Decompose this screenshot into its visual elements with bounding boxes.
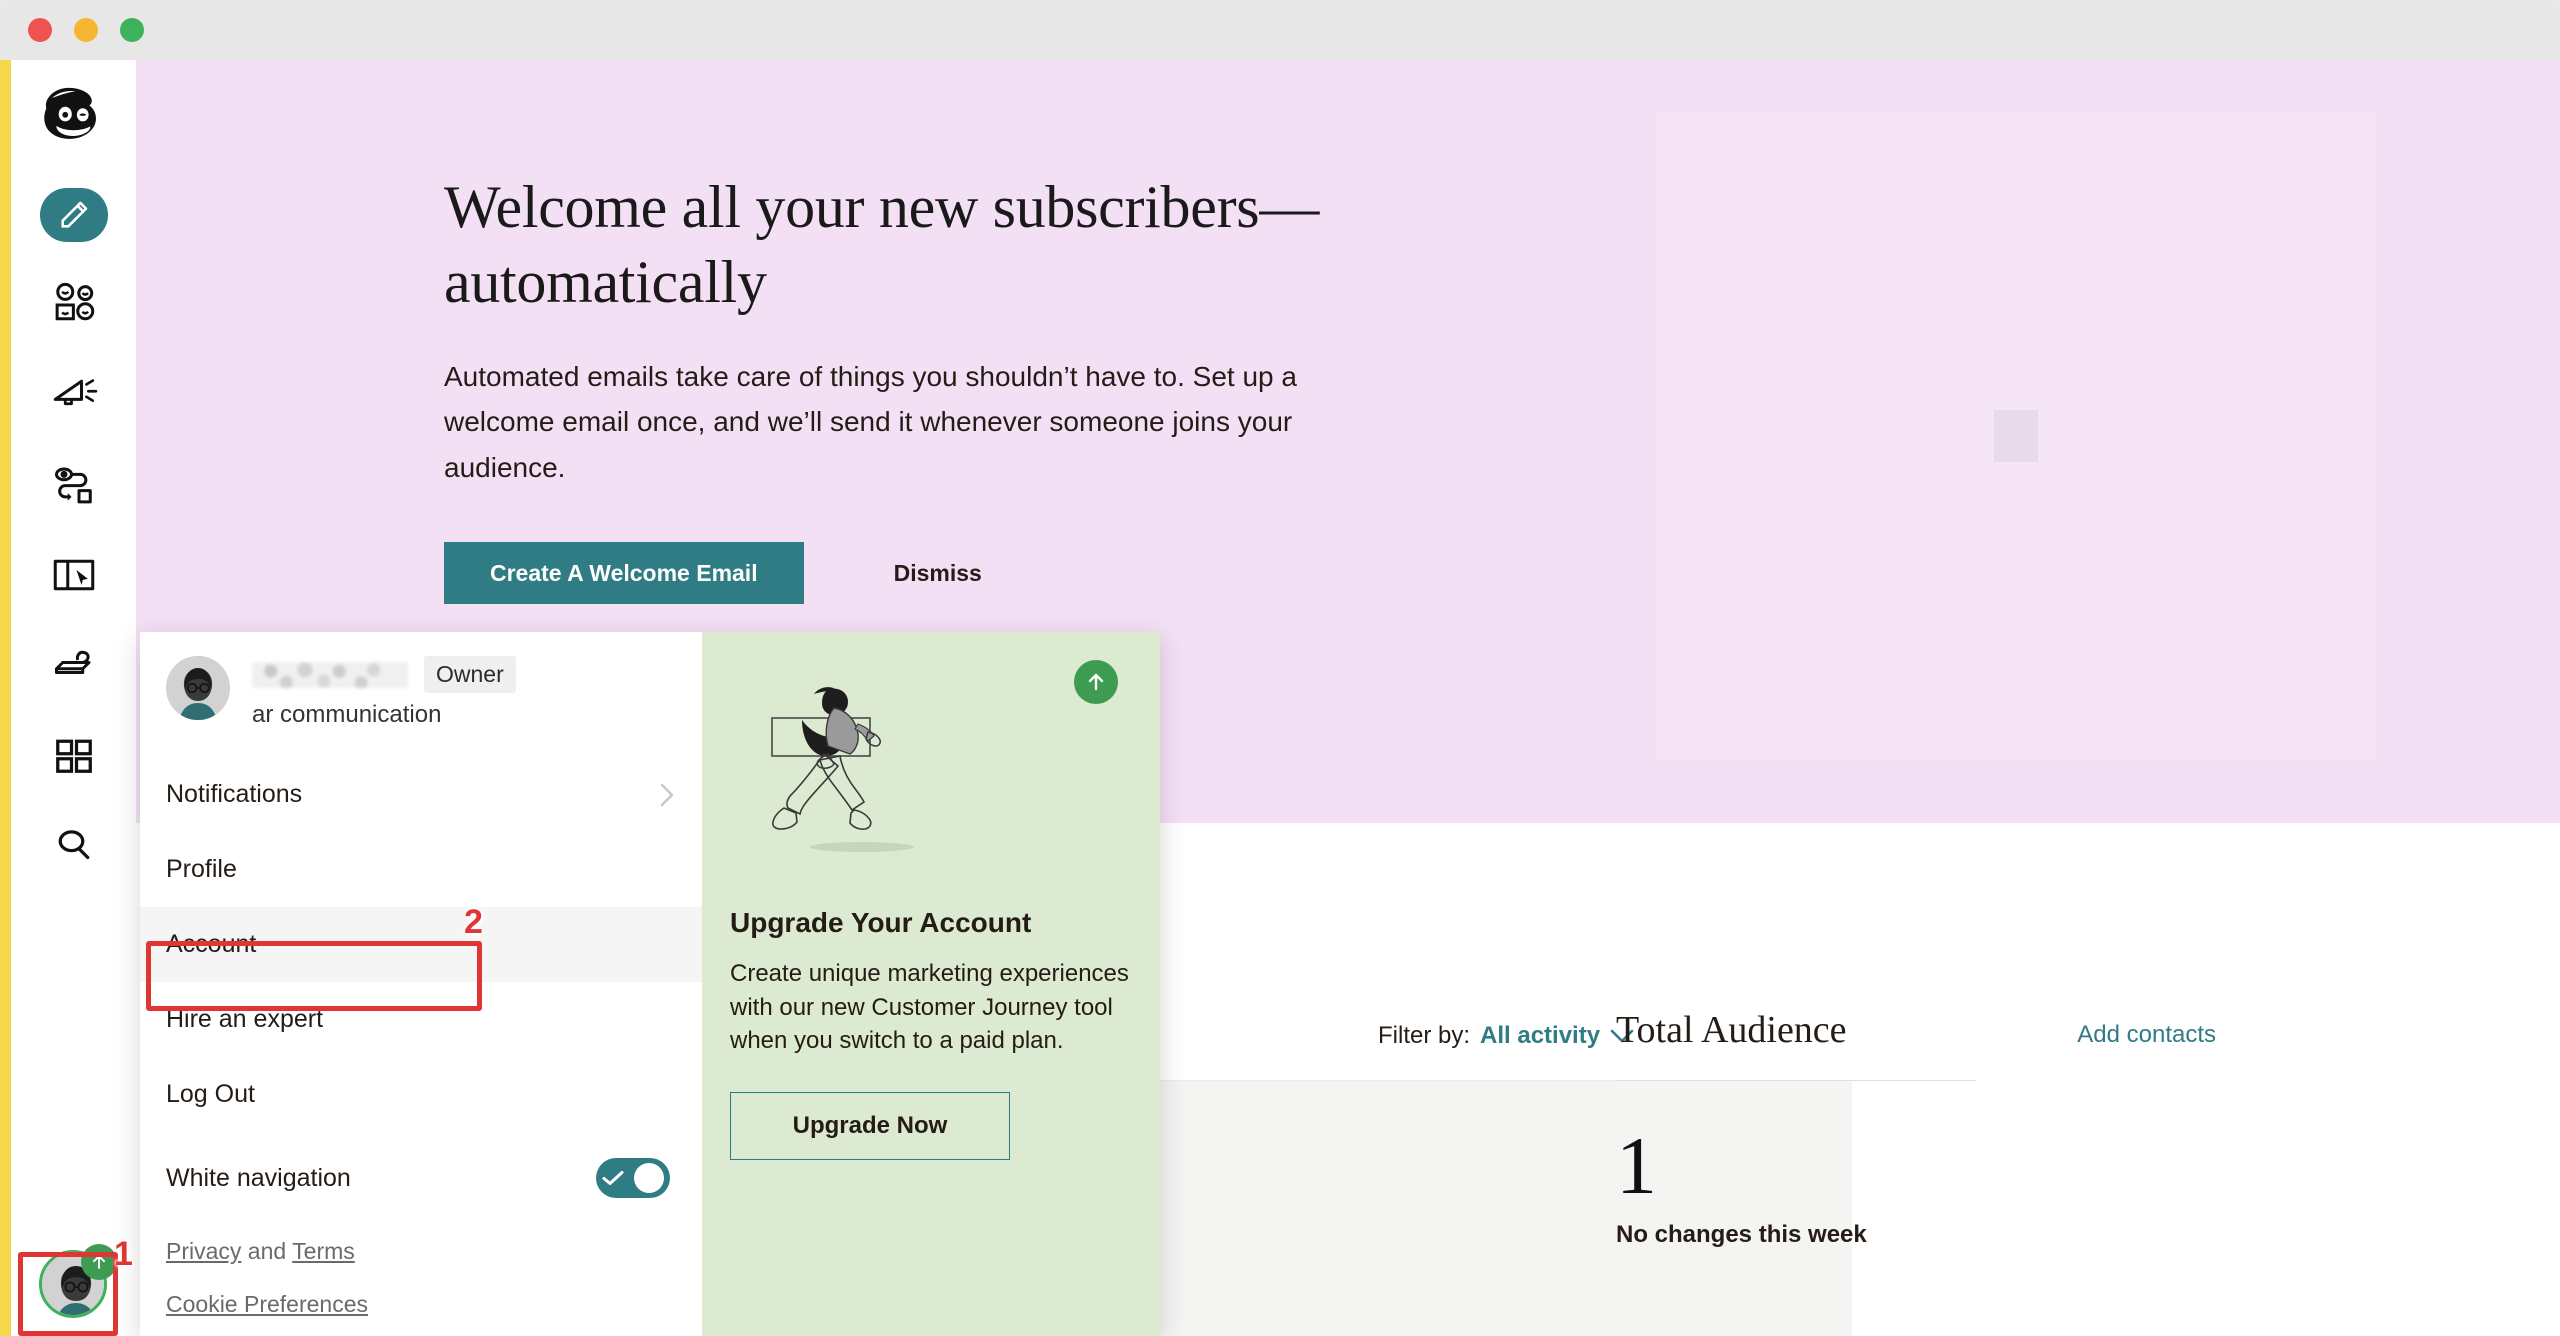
page-title: Welcome all your new subscribers—automat… — [444, 170, 1434, 320]
hero-subtitle: Automated emails take care of things you… — [444, 354, 1374, 490]
search-icon — [49, 820, 99, 870]
menu-item-notifications[interactable]: Notifications — [140, 757, 702, 832]
create-pill — [40, 188, 108, 242]
sidebar-item-content-studio[interactable] — [11, 620, 136, 710]
menu-item-label: Account — [166, 930, 256, 959]
website-icon — [49, 550, 99, 600]
mailchimp-freddie-logo[interactable] — [37, 82, 111, 152]
privacy-link[interactable]: Privacy — [166, 1238, 241, 1264]
annotation-number-1: 1 — [114, 1235, 133, 1274]
account-user-header: Owner ar communication — [140, 632, 702, 729]
sidebar-account-button[interactable] — [39, 1250, 113, 1324]
menu-item-account[interactable]: Account — [140, 907, 702, 982]
menu-item-label: Profile — [166, 855, 237, 884]
person-carrying-frame-illustration — [762, 684, 972, 860]
upgrade-body: Create unique marketing experiences with… — [730, 957, 1130, 1058]
create-welcome-email-button[interactable]: Create A Welcome Email — [444, 542, 804, 604]
upgrade-badge[interactable] — [1074, 660, 1118, 704]
sidebar-item-create-campaign[interactable] — [11, 170, 136, 260]
legal-links: Privacy and Terms Cookie Preferences — [140, 1224, 702, 1318]
chevron-right-icon — [660, 783, 674, 807]
sidebar-item-automations[interactable] — [11, 440, 136, 530]
filter-value[interactable]: All activity — [1480, 1022, 1600, 1050]
hero-illustration — [1656, 112, 2376, 760]
left-sidebar — [11, 60, 136, 1336]
window-titlebar — [0, 0, 2560, 60]
filter-control[interactable]: Filter by: All activity — [1378, 1022, 1634, 1050]
terms-link[interactable]: Terms — [292, 1238, 355, 1264]
organization-name: ar communication — [252, 701, 516, 729]
audience-icon — [49, 280, 99, 330]
upgrade-badge[interactable] — [81, 1244, 117, 1280]
white-navigation-label: White navigation — [166, 1164, 351, 1193]
filter-label: Filter by: — [1378, 1022, 1470, 1050]
avatar — [166, 656, 230, 720]
megaphone-icon — [49, 370, 99, 420]
white-navigation-toggle[interactable] — [596, 1158, 670, 1198]
journey-icon — [49, 460, 99, 510]
upgrade-title: Upgrade Your Account — [730, 907, 1130, 939]
pencil-icon — [57, 198, 91, 232]
annotation-number-2: 2 — [464, 903, 483, 942]
menu-item-hire-an-expert[interactable]: Hire an expert — [140, 982, 702, 1057]
hero-actions: Create A Welcome Email Dismiss — [444, 542, 1434, 604]
arrow-up-icon — [1084, 670, 1108, 694]
sidebar-item-campaigns[interactable] — [11, 350, 136, 440]
account-menu-list: Owner ar communication Notifications Pro… — [140, 632, 702, 1336]
sidebar-item-audience[interactable] — [11, 260, 136, 350]
role-badge: Owner — [424, 656, 516, 693]
app-window: Welcome all your new subscribers—automat… — [0, 0, 2560, 1336]
zoom-button[interactable] — [120, 18, 144, 42]
upgrade-now-button[interactable]: Upgrade Now — [730, 1092, 1010, 1160]
close-button[interactable] — [28, 18, 52, 42]
toggle-knob — [634, 1163, 664, 1193]
legal-conjunction: and — [241, 1238, 292, 1264]
white-navigation-row: White navigation — [140, 1132, 702, 1224]
menu-item-label: Hire an expert — [166, 1005, 323, 1034]
dismiss-button[interactable]: Dismiss — [894, 560, 982, 587]
sidebar-item-website[interactable] — [11, 530, 136, 620]
sidebar-item-integrations[interactable] — [11, 710, 136, 800]
total-audience-title: Total Audience — [1616, 1008, 1847, 1052]
check-icon — [602, 1170, 624, 1186]
arrow-up-icon — [89, 1252, 109, 1272]
content-icon — [49, 640, 99, 690]
sidebar-nav — [11, 170, 136, 890]
username-redacted — [252, 662, 408, 688]
upgrade-panel: Upgrade Your Account Create unique marke… — [702, 632, 1160, 1336]
audience-change-note: No changes this week — [1616, 1221, 2216, 1249]
image-placeholder-icon — [1994, 410, 2038, 462]
account-dropdown-menu: Owner ar communication Notifications Pro… — [140, 632, 1160, 1336]
menu-item-label: Log Out — [166, 1080, 255, 1109]
menu-item-profile[interactable]: Profile — [140, 832, 702, 907]
menu-items: Notifications Profile Account Hire an ex… — [140, 757, 702, 1224]
sidebar-item-search[interactable] — [11, 800, 136, 890]
menu-item-log-out[interactable]: Log Out — [140, 1057, 702, 1132]
window-controls — [28, 18, 144, 42]
audience-count: 1 — [1616, 1129, 2216, 1203]
total-audience-card: Total Audience Add contacts 1 No changes… — [1616, 1008, 2216, 1249]
left-accent-strip — [0, 60, 11, 1336]
minimize-button[interactable] — [74, 18, 98, 42]
cookie-preferences-link[interactable]: Cookie Preferences — [166, 1291, 368, 1317]
divider — [1616, 1080, 1976, 1081]
add-contacts-link[interactable]: Add contacts — [2077, 1021, 2216, 1049]
grid-icon — [49, 730, 99, 780]
menu-item-label: Notifications — [166, 780, 302, 809]
